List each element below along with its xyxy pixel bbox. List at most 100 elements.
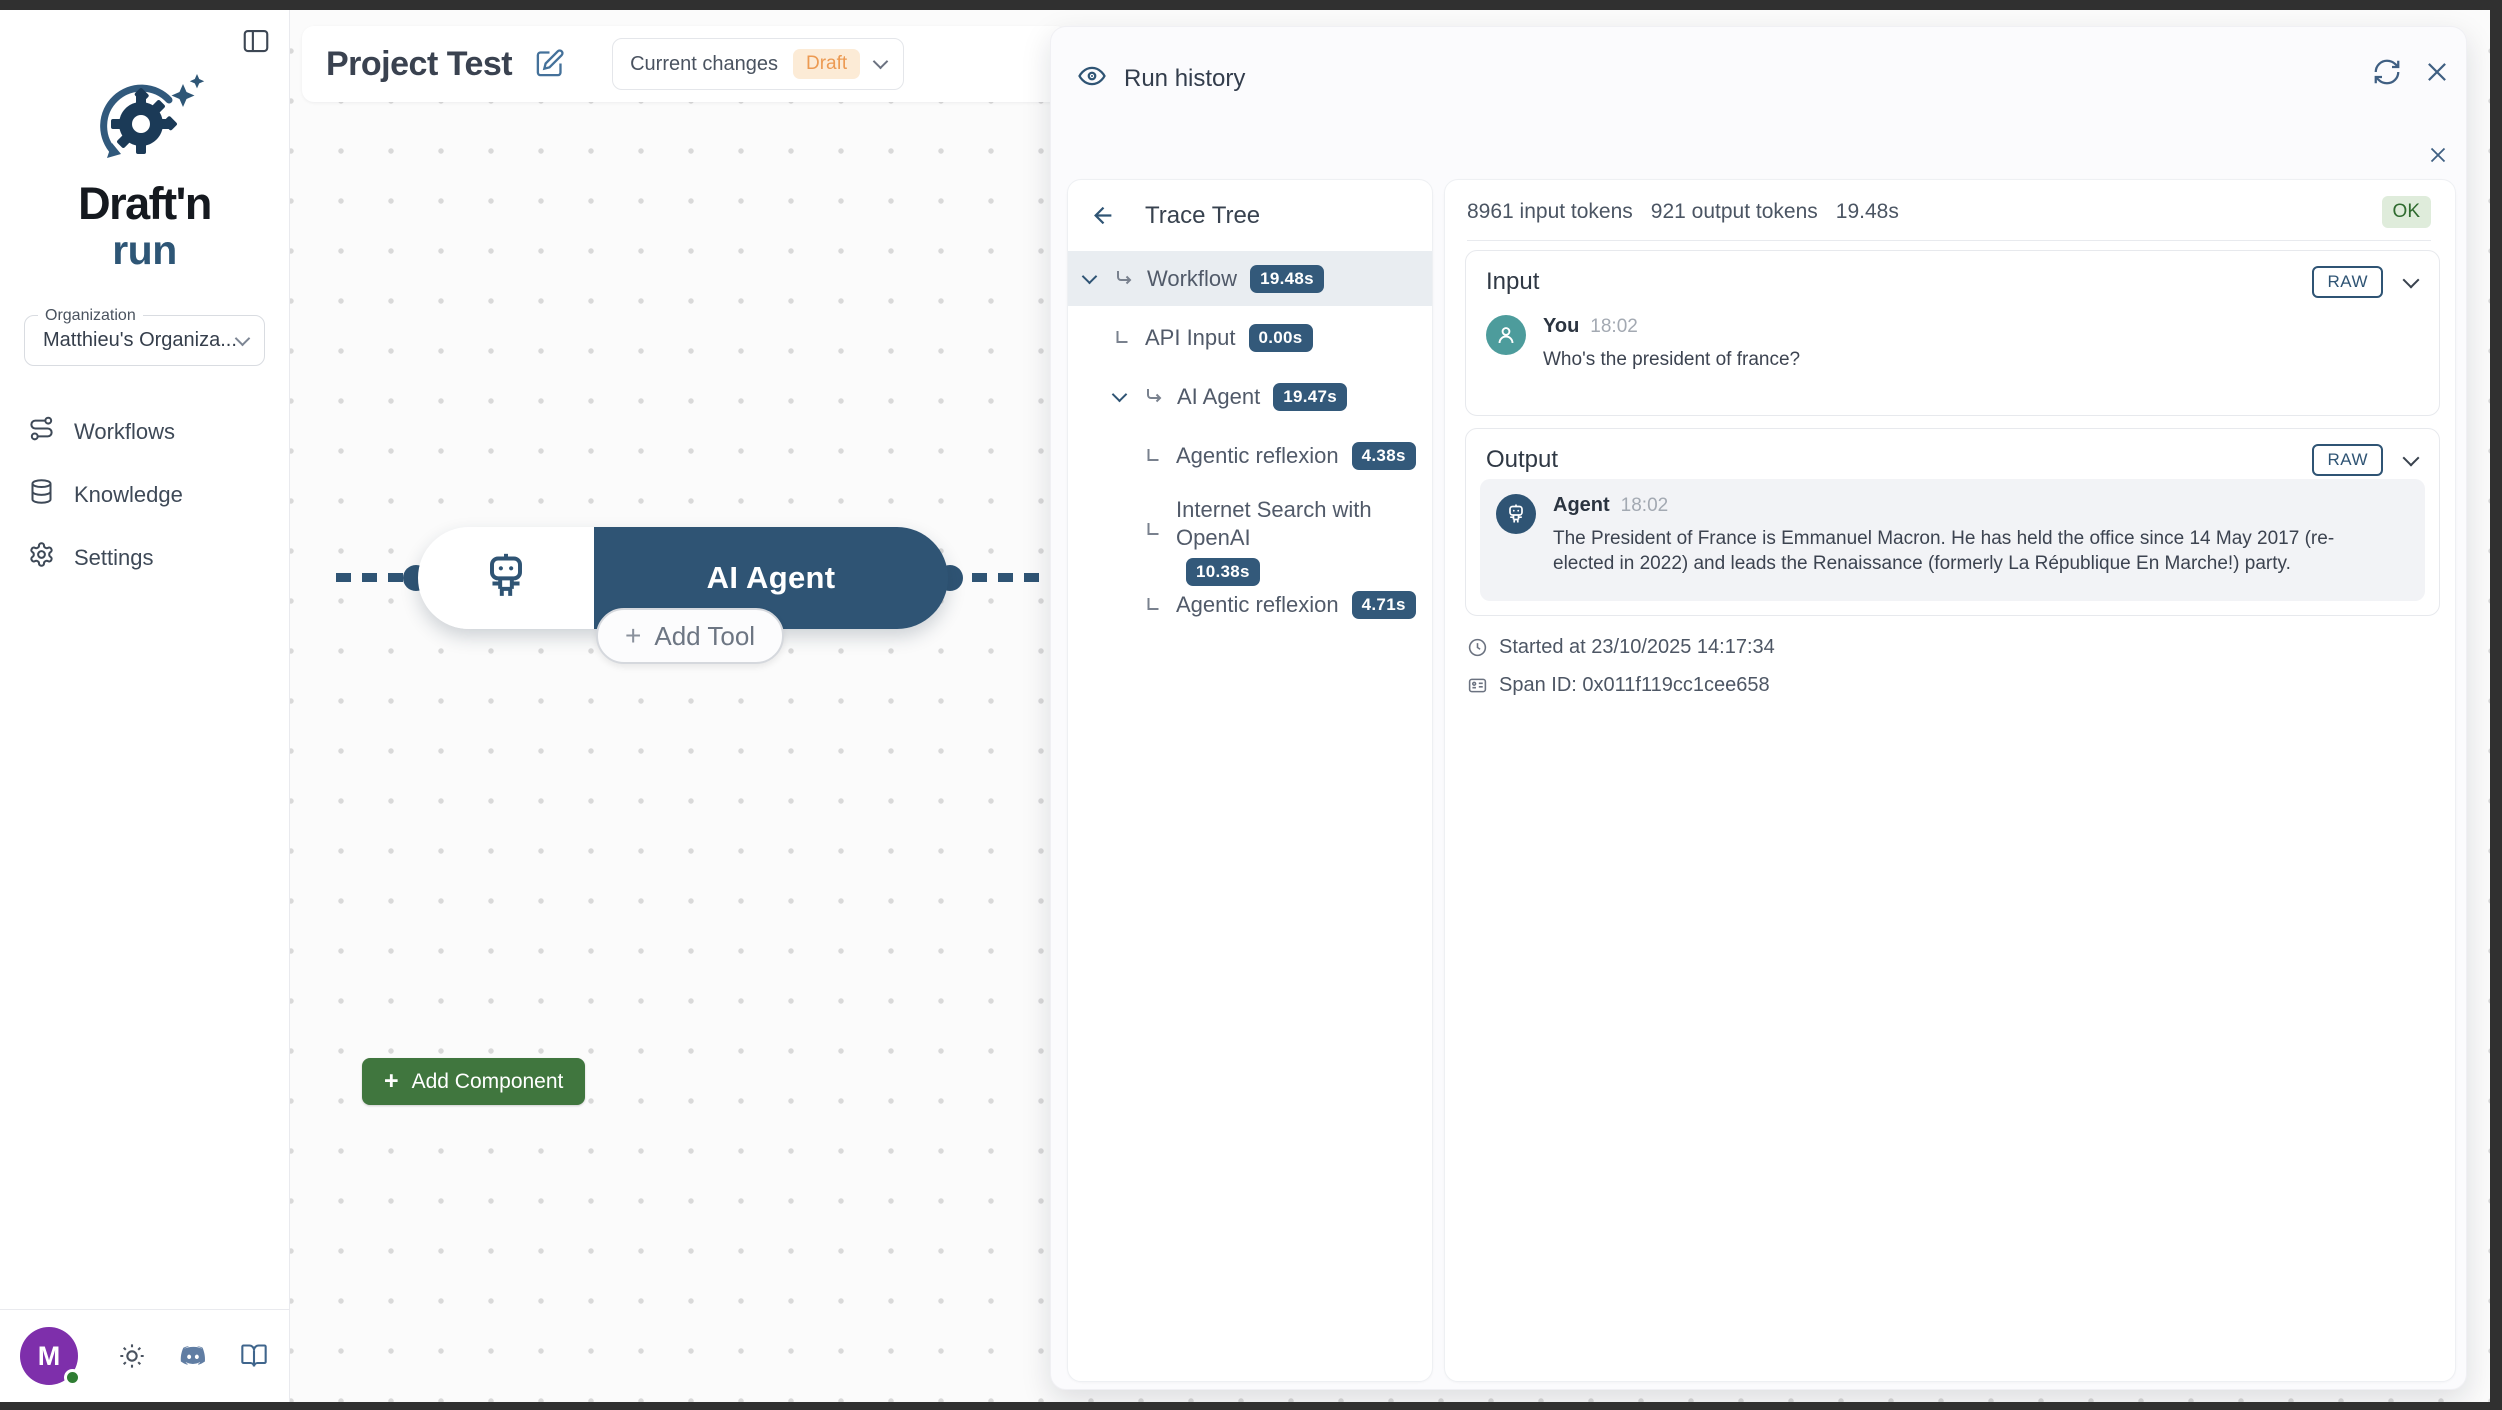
divider: [1467, 240, 2431, 241]
add-component-label: Add Component: [411, 1069, 564, 1093]
message-time: 18:02: [1620, 495, 1669, 516]
trace-row-ai-agent[interactable]: AI Agent 19.47s: [1068, 369, 1432, 424]
sidebar-toggle-icon[interactable]: [241, 26, 273, 58]
edit-title-icon[interactable]: [534, 48, 566, 80]
input-message: You 18:02 Who's the president of france?: [1466, 298, 2439, 372]
plus-icon: +: [384, 1067, 399, 1095]
avatar-initial: M: [37, 1340, 61, 1371]
message-sender: You: [1543, 315, 1580, 337]
tree-leaf-icon: [1142, 444, 1166, 468]
add-component-button[interactable]: + Add Component: [362, 1058, 586, 1105]
trace-tree-title: Trace Tree: [1145, 201, 1261, 229]
tree-leaf-icon: [1142, 518, 1166, 542]
clock-icon: [1468, 638, 1487, 657]
sidebar-footer: M: [0, 1309, 289, 1402]
run-history-panel: Run history Trace Tree Workflow 19.48s A…: [1050, 26, 2467, 1390]
docs-book-icon[interactable]: [240, 1342, 268, 1370]
output-section: Output RAW Agent 18:02 The President of F…: [1465, 428, 2440, 616]
chevron-down-icon: [2402, 271, 2420, 289]
tree-leaf-icon: [1142, 593, 1166, 617]
screen: Draft'n run Organization Matthieu's Orga…: [0, 0, 2502, 1410]
footer-icons: [118, 1342, 268, 1370]
organization-label: Organization: [38, 307, 143, 325]
sidebar-item-workflows[interactable]: Workflows: [0, 400, 289, 463]
duration-badge: 0.00s: [1248, 323, 1313, 352]
sidebar: Draft'n run Organization Matthieu's Orga…: [0, 10, 290, 1402]
trace-row-label: Agentic reflexion: [1176, 442, 1339, 468]
trace-row-workflow[interactable]: Workflow 19.48s: [1068, 251, 1432, 306]
chevron-down-icon: [2402, 449, 2420, 467]
trace-row-internet-search[interactable]: Internet Search with OpenAI 10.38s: [1068, 487, 1432, 586]
database-icon: [28, 478, 55, 511]
gear-logo-icon: [0, 72, 289, 181]
output-raw-toggle[interactable]: RAW: [2312, 444, 2383, 476]
started-at-text: Started at 23/10/2025 14:17:34: [1499, 636, 1775, 658]
duration-badge: 4.38s: [1351, 441, 1416, 470]
input-section-header: Input RAW: [1466, 251, 2439, 298]
output-message: Agent 18:02 The President of France is Em…: [1480, 479, 2425, 576]
message-text: The President of France is Emmanuel Macr…: [1553, 528, 2335, 574]
run-metadata: Started at 23/10/2025 14:17:34 Span ID: …: [1467, 636, 1775, 697]
user-message-avatar: [1486, 315, 1526, 355]
sidebar-item-label: Knowledge: [74, 481, 183, 507]
node-label: AI Agent: [706, 560, 836, 595]
total-duration: 19.48s: [1835, 200, 1899, 223]
organization-value: Matthieu's Organiza...: [43, 329, 237, 351]
span-id-row: Span ID: 0x011f119cc1cee658: [1467, 674, 1775, 697]
input-tokens: 8961 input tokens: [1467, 200, 1633, 223]
message-sender: Agent: [1553, 494, 1610, 516]
refresh-icon[interactable]: [2372, 57, 2402, 87]
corner-down-right-icon: [1112, 267, 1136, 291]
output-heading: Output: [1486, 446, 1559, 473]
duration-badge: 4.71s: [1351, 590, 1416, 619]
span-id-text: Span ID: 0x011f119cc1cee658: [1499, 674, 1770, 696]
sidebar-item-label: Workflows: [74, 418, 176, 444]
agent-message-avatar: [1496, 494, 1536, 534]
trace-row-api-input[interactable]: API Input 0.00s: [1068, 310, 1432, 365]
add-tool-button[interactable]: + Add Tool: [596, 608, 785, 664]
close-detail-icon[interactable]: [2426, 143, 2450, 167]
tree-leaf-icon: [1111, 326, 1135, 350]
version-label: Current changes: [630, 52, 778, 75]
trace-row-label: Agentic reflexion: [1176, 591, 1339, 617]
message-text: Who's the president of france?: [1543, 349, 1801, 370]
output-collapse-chevron[interactable]: [2402, 449, 2420, 467]
trace-tree-header: Trace Tree: [1068, 180, 1432, 251]
trace-row-agentic-reflexion-2[interactable]: Agentic reflexion 4.71s: [1068, 577, 1432, 632]
chevron-down-icon: [234, 330, 251, 347]
input-section: Input RAW You 18:02 Who's the president o…: [1465, 250, 2440, 416]
trace-row-agentic-reflexion-1[interactable]: Agentic reflexion 4.38s: [1068, 428, 1432, 483]
back-arrow-icon[interactable]: [1090, 202, 1117, 229]
chevron-down-icon[interactable]: [1081, 268, 1098, 284]
eye-icon: [1077, 61, 1107, 96]
gear-icon: [28, 541, 55, 574]
agent-message-block: Agent 18:02 The President of France is Em…: [1480, 479, 2425, 601]
sidebar-item-settings[interactable]: Settings: [0, 526, 289, 589]
panel-header: Run history: [1077, 61, 1245, 96]
app-logo: Draft'n run: [0, 72, 289, 271]
logo-text-line2: run: [112, 227, 177, 273]
discord-icon[interactable]: [179, 1342, 207, 1370]
connection-edge-right: [946, 573, 1062, 582]
logo-text-line1: Draft'n: [78, 178, 212, 229]
sidebar-item-knowledge[interactable]: Knowledge: [0, 463, 289, 526]
input-raw-toggle[interactable]: RAW: [2312, 266, 2383, 298]
corner-down-right-icon: [1142, 385, 1166, 409]
duration-badge: 19.47s: [1273, 382, 1347, 411]
started-at-row: Started at 23/10/2025 14:17:34: [1467, 636, 1775, 659]
theme-sun-icon[interactable]: [118, 1342, 146, 1370]
input-collapse-chevron[interactable]: [2402, 271, 2420, 289]
close-panel-icon[interactable]: [2422, 57, 2452, 87]
workflow-icon: [28, 415, 55, 448]
output-section-header: Output RAW: [1466, 429, 2439, 476]
user-avatar[interactable]: M: [20, 1327, 81, 1386]
organization-select[interactable]: Organization Matthieu's Organiza...: [24, 307, 265, 366]
add-tool-label: Add Tool: [654, 620, 756, 651]
version-dropdown[interactable]: Current changes Draft: [612, 38, 905, 90]
trace-row-label: AI Agent: [1177, 383, 1261, 409]
chevron-down-icon: [872, 53, 889, 70]
canvas-header: Project Test Current changes Draft: [302, 26, 1068, 102]
chevron-down-icon[interactable]: [1111, 386, 1128, 402]
sidebar-item-label: Settings: [74, 544, 154, 570]
panel-title: Run history: [1124, 64, 1246, 92]
